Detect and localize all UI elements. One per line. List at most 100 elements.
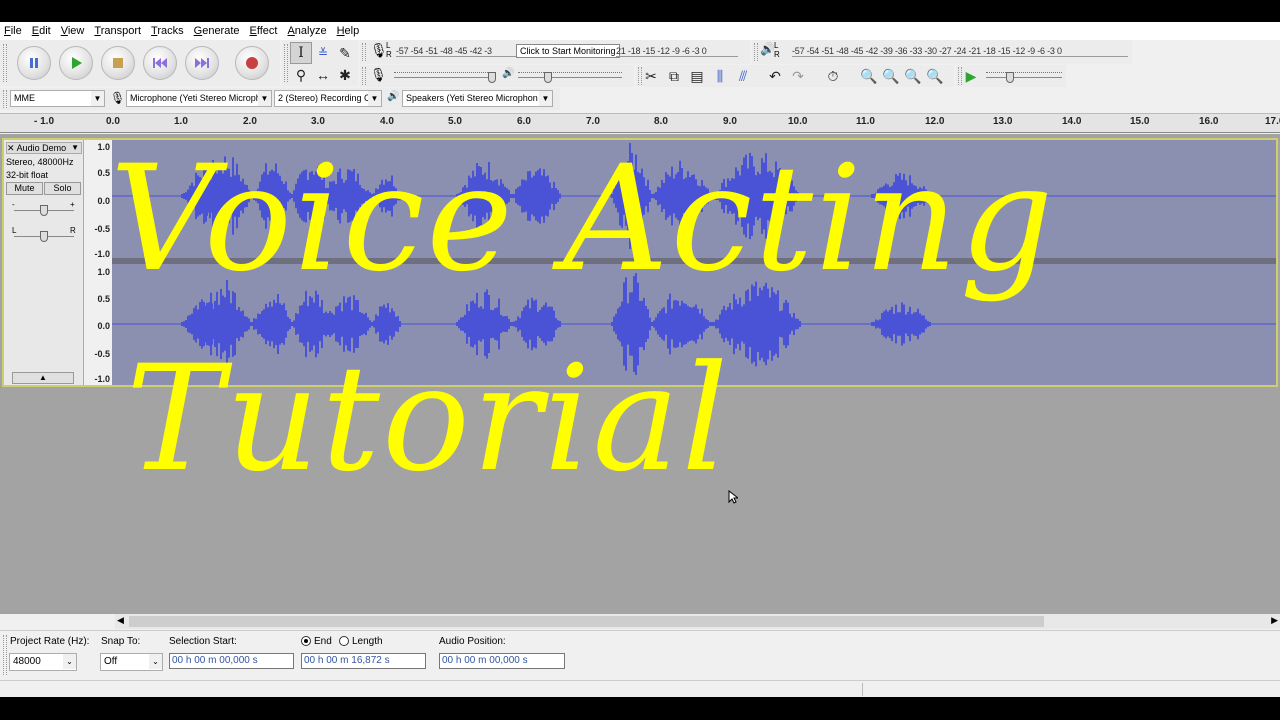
zoom-out-button[interactable]: 🔍 [880, 65, 902, 87]
ruler-label: 6.0 [517, 116, 531, 127]
track-bit-depth: 32-bit float [6, 170, 49, 180]
audio-position-label: Audio Position: [439, 636, 506, 647]
play-button[interactable] [59, 46, 93, 80]
redo-button[interactable]: ↷ [787, 65, 809, 87]
play-volume-track [518, 77, 622, 78]
redo-icon: ↷ [792, 67, 804, 84]
menu-analyze[interactable]: Analyze [287, 25, 326, 37]
zoom-tool[interactable]: ⚲ [290, 64, 312, 86]
play-meter-scale[interactable]: -57 -54 -51 -48 -45 -42 -39 -36 -33 -30 … [792, 46, 1128, 57]
recording-device-select[interactable]: Microphone (Yeti Stereo Microph ▼ [126, 90, 272, 107]
length-radio[interactable] [339, 636, 349, 646]
project-rate-select[interactable]: 48000 ⌄ [9, 653, 77, 671]
play-volume-slider[interactable] [544, 72, 552, 83]
copy-icon: ⧉ [669, 67, 679, 84]
envelope-tool[interactable]: ≚ [312, 42, 334, 64]
title-overlay-line1: Voice Acting [110, 134, 1056, 304]
audio-host-select[interactable]: MME ▼ [10, 90, 105, 107]
trim-button[interactable]: ⫼ [709, 65, 731, 87]
multi-tool[interactable]: ✱ [334, 64, 356, 86]
scroll-left-icon[interactable]: ◀ [117, 615, 124, 626]
skip-to-end-button[interactable] [185, 46, 219, 80]
speed-slider[interactable] [1006, 72, 1014, 83]
record-meter-scale-tail[interactable]: 21 -18 -15 -12 -9 -6 -3 0 [616, 46, 738, 57]
track-control-panel: ✕ Audio Demo ▼ Stereo, 48000Hz 32-bit fl… [4, 140, 84, 385]
menu-generate[interactable]: Generate [194, 25, 240, 37]
toolbar-grip[interactable] [754, 43, 758, 61]
paste-button[interactable]: ▤ [686, 65, 708, 87]
menu-help[interactable]: Help [337, 25, 360, 37]
toolbar-grip[interactable] [362, 67, 366, 85]
pan-left-label: L [12, 226, 17, 235]
menu-effect[interactable]: Effect [250, 25, 278, 37]
ruler-label: - 1.0 [34, 116, 55, 127]
pause-button[interactable] [17, 46, 51, 80]
cut-button[interactable]: ✂ [640, 65, 662, 87]
ruler-label: 5.0 [448, 116, 462, 127]
pencil-icon: ✎ [339, 44, 351, 61]
record-meter-scale[interactable]: -57 -54 -51 -48 -45 -42 -3 [396, 46, 516, 57]
project-rate-label: Project Rate (Hz): [10, 636, 90, 647]
copy-button[interactable]: ⧉ [663, 65, 685, 87]
toolbar-grip[interactable] [3, 635, 7, 675]
scissors-icon: ✂ [645, 67, 657, 84]
toolbar-grip[interactable] [362, 43, 366, 61]
snap-to-select[interactable]: Off ⌄ [100, 653, 163, 671]
collapse-track-button[interactable]: ▲ [12, 372, 74, 384]
audio-position-time[interactable]: 00 h 00 m 00,000 s [439, 653, 565, 669]
gain-slider[interactable] [40, 205, 48, 216]
mute-button[interactable]: Mute [6, 182, 43, 195]
fit-selection-button[interactable]: 🔍 [902, 65, 924, 87]
solo-button[interactable]: Solo [44, 182, 81, 195]
menu-tracks[interactable]: Tracks [151, 25, 184, 37]
skip-to-end-icon [195, 58, 209, 68]
horizontal-scrollbar[interactable]: ◀ ▶ [115, 614, 1280, 629]
track-name-menu[interactable]: ✕ Audio Demo ▼ [6, 142, 82, 154]
fit-project-button[interactable]: 🔍 [924, 65, 946, 87]
menu-file[interactable]: File [4, 25, 22, 37]
scale-label: 1.0 [97, 267, 110, 277]
stop-button[interactable] [101, 46, 135, 80]
toolbar-grip[interactable] [284, 44, 288, 82]
status-bar [0, 680, 1280, 697]
menu-view[interactable]: View [61, 25, 85, 37]
undo-button[interactable]: ↶ [764, 65, 786, 87]
playback-device-select[interactable]: Speakers (Yeti Stereo Microphon ▼ [402, 90, 553, 107]
menu-transport[interactable]: Transport [94, 25, 141, 37]
silence-audio-icon: ⫻ [738, 67, 748, 84]
track-area[interactable]: ✕ Audio Demo ▼ Stereo, 48000Hz 32-bit fl… [0, 134, 1280, 614]
selection-end-time[interactable]: 00 h 00 m 16,872 s [301, 653, 426, 669]
meter-lr-label: LR [386, 41, 392, 59]
end-radio[interactable] [301, 636, 311, 646]
skip-to-start-button[interactable] [143, 46, 177, 80]
toolbar-grip[interactable] [3, 90, 7, 108]
ruler-label: 15.0 [1130, 116, 1150, 127]
record-button[interactable] [235, 46, 269, 80]
selection-start-time[interactable]: 00 h 00 m 00,000 s [169, 653, 294, 669]
menu-edit[interactable]: Edit [32, 25, 51, 37]
pan-slider[interactable] [40, 231, 48, 242]
draw-tool[interactable]: ✎ [334, 42, 356, 64]
vertical-scale[interactable]: 1.0 0.5 0.0 -0.5 -1.0 1.0 0.5 0.0 -0.5 -… [86, 140, 112, 385]
time-shift-tool[interactable]: ↔ [312, 64, 334, 86]
recording-channels-select[interactable]: 2 (Stereo) Recording C ▼ [274, 90, 382, 107]
record-volume-track [394, 77, 494, 78]
selection-tool[interactable]: I [290, 42, 312, 64]
speaker-icon[interactable]: 🔊 [760, 42, 775, 56]
microphone-volume-icon: 🎙 [370, 67, 387, 82]
sync-lock-button[interactable]: ⏱ [822, 65, 844, 87]
play-at-speed-button[interactable]: ▶ [960, 65, 982, 87]
timeline-ruler[interactable]: - 1.0 0.0 1.0 2.0 3.0 4.0 5.0 6.0 7.0 8.… [0, 113, 1280, 133]
double-arrow-icon: ↔ [316, 67, 330, 83]
radio-dot [304, 639, 308, 643]
ruler-label: 8.0 [654, 116, 668, 127]
zoom-in-button[interactable]: 🔍 [858, 65, 880, 87]
scroll-right-icon[interactable]: ▶ [1271, 615, 1278, 626]
close-icon[interactable]: ✕ [7, 143, 15, 153]
toolbar-grip[interactable] [3, 44, 7, 82]
track-format: Stereo, 48000Hz [6, 157, 74, 167]
silence-button[interactable]: ⫻ [732, 65, 754, 87]
scrollbar-thumb[interactable] [129, 616, 1044, 627]
monitor-tooltip[interactable]: Click to Start Monitoring [516, 44, 620, 58]
record-volume-slider[interactable] [488, 72, 496, 83]
